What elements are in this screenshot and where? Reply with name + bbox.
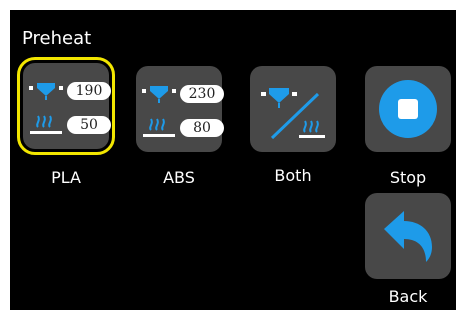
heatbed-icon: [143, 118, 175, 137]
nozzle-temp-value: 230: [180, 85, 224, 103]
stop-icon: [379, 80, 437, 138]
preset-pla-label: PLA: [51, 168, 81, 187]
nozzle-temp-row: 190: [29, 80, 111, 102]
heatbed-icon: [30, 115, 62, 134]
nozzle-temp-row: 230: [142, 83, 224, 105]
nozzle-icon: [142, 86, 176, 103]
preheat-screen: Preheat 190 50 PLA 230 80 ABS Both Stop …: [10, 10, 456, 310]
stop-button[interactable]: [365, 66, 451, 152]
bed-temp-value: 80: [180, 119, 224, 137]
nozzle-and-heatbed-icon: [261, 88, 325, 140]
bed-temp-row: 50: [29, 114, 111, 136]
preset-abs-label: ABS: [163, 168, 195, 187]
back-button[interactable]: [365, 193, 451, 279]
back-label: Back: [388, 287, 428, 306]
nozzle-temp-value: 190: [67, 82, 111, 100]
page-title: Preheat: [22, 28, 92, 49]
stop-label: Stop: [389, 168, 427, 187]
bed-temp-value: 50: [67, 116, 111, 134]
nozzle-icon: [29, 83, 63, 100]
preset-abs-button[interactable]: 230 80: [136, 66, 224, 152]
display-frame: Preheat 190 50 PLA 230 80 ABS Both Stop …: [0, 0, 456, 310]
preheat-both-label: Both: [274, 166, 312, 185]
preset-pla-button[interactable]: 190 50: [17, 57, 115, 155]
preheat-both-button[interactable]: [250, 66, 336, 152]
bed-temp-row: 80: [142, 117, 224, 139]
back-arrow-icon: [384, 211, 432, 262]
